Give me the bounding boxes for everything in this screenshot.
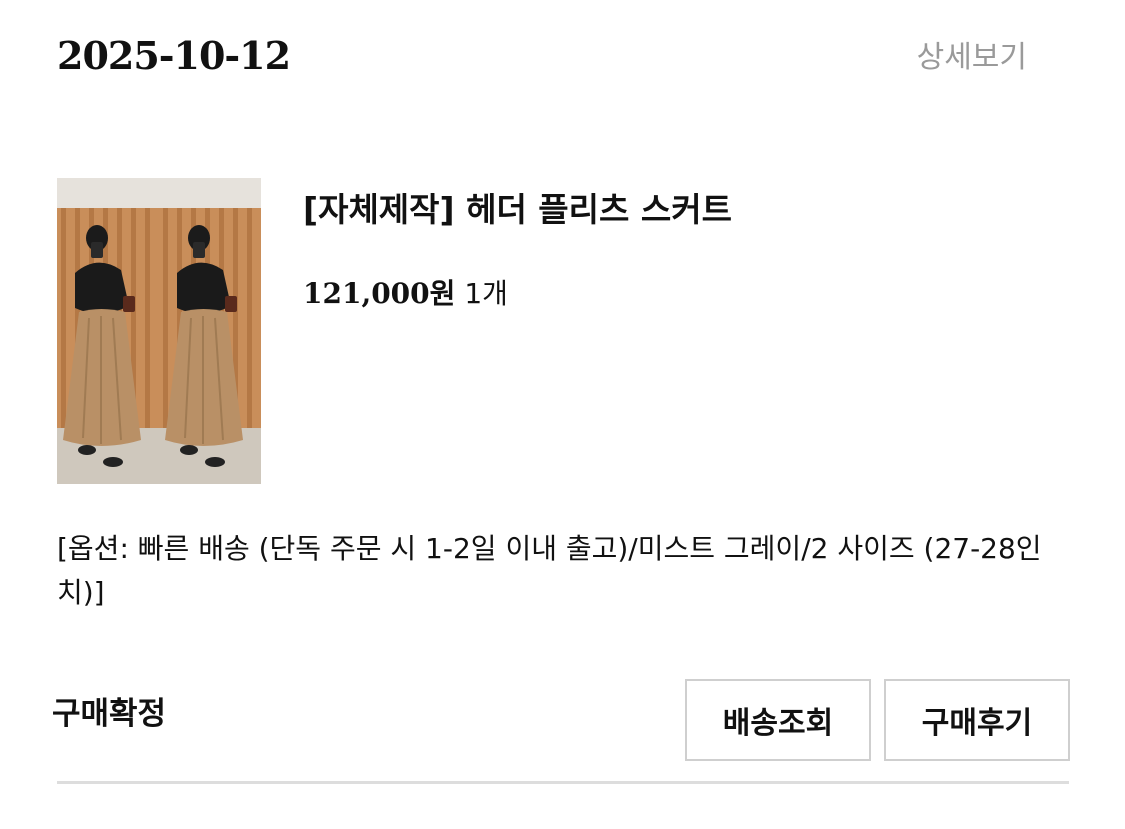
product-thumbnail[interactable] xyxy=(57,178,261,484)
product-quantity: 1개 xyxy=(464,277,508,310)
track-delivery-button[interactable]: 배송조회 xyxy=(685,679,871,761)
write-review-button[interactable]: 구매후기 xyxy=(884,679,1070,761)
product-photo-left xyxy=(57,178,159,484)
product-photo-right xyxy=(159,178,261,484)
divider xyxy=(57,781,1069,784)
view-details-link[interactable]: 상세보기 xyxy=(917,38,1027,78)
product-option: [옵션: 빠른 배송 (단독 주문 시 1-2일 이내 출고)/미스트 그레이/… xyxy=(57,532,1042,609)
order-date: 2025-10-12 xyxy=(57,33,291,78)
order-status: 구매확정 xyxy=(52,696,167,732)
product-name[interactable]: [자체제작] 헤더 플리츠 스커트 xyxy=(303,186,732,234)
product-price-quantity: 121,000원 1개 xyxy=(303,272,508,316)
product-price: 121,000원 xyxy=(303,277,456,310)
